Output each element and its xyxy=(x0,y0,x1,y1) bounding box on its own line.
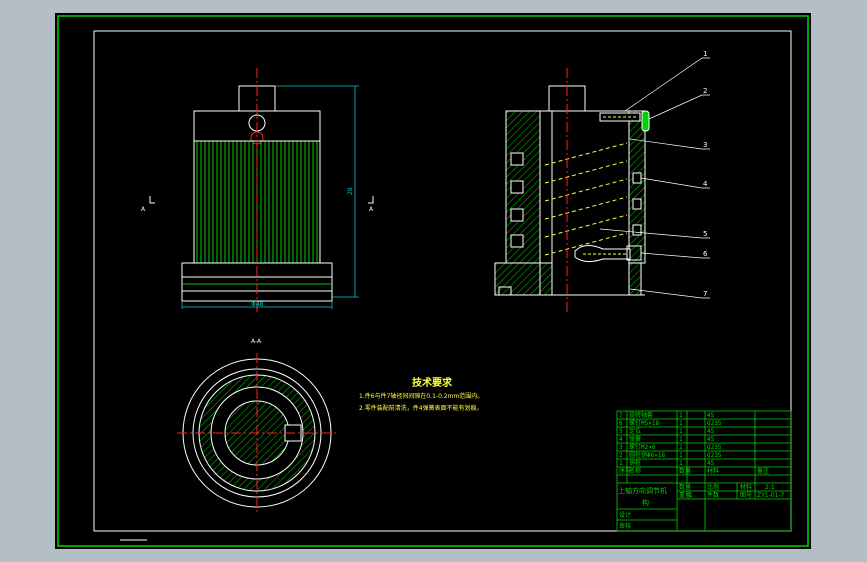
balloon-3: 3 xyxy=(703,141,707,149)
bom-cell-no: 6 xyxy=(619,420,623,427)
bom-cell-qty: 1 xyxy=(679,420,683,427)
bom-cell-name: 旋转轴套 xyxy=(629,411,653,419)
bom-cell-no: 3 xyxy=(619,444,623,451)
aa-view xyxy=(177,353,337,513)
inner-frame xyxy=(93,30,792,532)
bom-cell-name: 名称 xyxy=(629,467,641,475)
bom-cell-material: 材料 xyxy=(707,467,719,475)
bom-cell-name: 销柱 xyxy=(629,459,641,467)
scale-value: 2:1 xyxy=(765,484,775,491)
tech-req-title: 技术要求 xyxy=(412,376,453,389)
balloon-2: 2 xyxy=(703,87,707,95)
section-view xyxy=(494,57,710,313)
bom-cell-material: 45 xyxy=(707,428,715,435)
sheet-label: 图号 xyxy=(740,492,752,499)
balloon-1: 1 xyxy=(703,50,707,58)
bom-cell-qty: 数量 xyxy=(679,467,691,475)
cad-drawing: 28 Φ48 A A 1 2 3 4 5 6 7 A-A 技术要求 1.件6与件… xyxy=(57,15,809,547)
bom-cell-name: 定位 xyxy=(629,427,641,435)
bom-cell-qty: 1 xyxy=(679,428,683,435)
bom-cell-name: 弹簧 xyxy=(629,435,641,443)
weight-label: 重量 xyxy=(679,491,691,499)
material-label: 材料 xyxy=(740,483,752,491)
bom-cell-no: 4 xyxy=(619,436,623,443)
bom-cell-material: Q235 xyxy=(707,444,722,451)
tech-req-item-1: 1.件6与件7轴径间间隙在0.1-0.2mm范围内。 xyxy=(359,392,483,400)
designer-label: 设计 xyxy=(619,511,631,519)
bom-cell-note: 备注 xyxy=(757,467,769,475)
bom-cell-material: 45 xyxy=(707,460,715,467)
qty-label: 数量 xyxy=(679,483,691,491)
sheet-value: ZY1-01-7 xyxy=(757,492,785,499)
balloon-6: 6 xyxy=(703,250,708,258)
bom-cell-no: 7 xyxy=(619,412,623,419)
bom-cell-no: 2 xyxy=(619,452,623,459)
balloon-7: 7 xyxy=(703,290,707,298)
drawing-name-line2: 构 xyxy=(642,498,649,507)
bom-cell-qty: 2 xyxy=(679,444,683,451)
bom-cell-name: 螺钉M2×6 xyxy=(629,443,656,451)
bom-cell-material: Q235 xyxy=(707,452,722,459)
bom-cell-qty: 1 xyxy=(679,412,683,419)
bom-cell-material: 45 xyxy=(707,412,715,419)
front-view xyxy=(149,68,374,313)
bom-cell-qty: 1 xyxy=(679,436,683,443)
balloon-5: 5 xyxy=(703,230,707,238)
bom-cell-material: Q235 xyxy=(707,420,722,427)
dim-height-label: 28 xyxy=(347,187,354,195)
bom-cell-material: 45 xyxy=(707,436,715,443)
bom-cell-no: 5 xyxy=(619,428,623,435)
count-label: 件数 xyxy=(707,491,719,499)
bom-cell-no: 1 xyxy=(619,460,623,467)
dim-width-label: Φ48 xyxy=(251,301,264,308)
bom-cell-name: 圆柱销Φ6×18 xyxy=(629,451,665,459)
bom-cell-qty: 1 xyxy=(679,452,683,459)
tech-req-item-2: 2.零件装配前清洗，件4弹簧表面不能有划痕。 xyxy=(359,404,483,412)
aa-view-label: A-A xyxy=(251,338,262,345)
bom-cell-qty: 1 xyxy=(679,460,683,467)
bom-cell-name: 螺钉M5×18 xyxy=(629,419,659,427)
checker-label: 审核 xyxy=(619,522,631,530)
scale-label: 比例 xyxy=(707,483,719,491)
section-label-left: A xyxy=(141,206,146,213)
drawing-name-line1: 上轴方向调节机 xyxy=(618,486,667,495)
balloon-4: 4 xyxy=(703,180,708,188)
drawing-sheet: 28 Φ48 A A 1 2 3 4 5 6 7 A-A 技术要求 1.件6与件… xyxy=(55,13,811,549)
outer-frame xyxy=(57,15,809,547)
section-label-right: A xyxy=(369,206,374,213)
